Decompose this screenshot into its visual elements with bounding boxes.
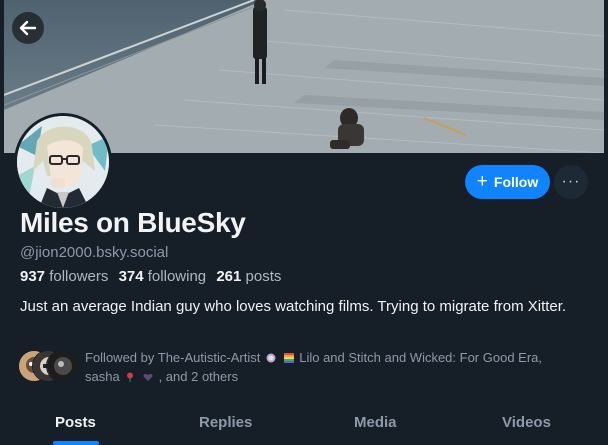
more-options-button[interactable]: ··· <box>554 165 588 199</box>
avatar[interactable] <box>14 113 112 211</box>
following-label: following <box>147 268 207 285</box>
following-link[interactable]: 374 following <box>119 268 207 285</box>
profile-tabs: Posts Replies Media Videos <box>0 400 608 445</box>
followed-by-suffix: , and 2 others <box>158 369 239 384</box>
profile-stats: 937 followers 374 following 261 posts <box>20 268 287 285</box>
followed-by-prefix: Followed by <box>85 350 155 365</box>
ellipsis-icon: ··· <box>561 173 581 190</box>
profile-handle: @jion2000.bsky.social <box>20 244 169 261</box>
followers-label: followers <box>49 268 109 285</box>
display-name: Miles on BlueSky <box>20 207 246 238</box>
followers-link[interactable]: 937 followers <box>20 268 108 285</box>
posts-stat: 261 posts <box>216 268 281 285</box>
tab-media[interactable]: Media <box>354 414 397 431</box>
tab-videos[interactable]: Videos <box>502 414 551 431</box>
profile-bio: Just an average Indian guy who loves wat… <box>20 298 567 315</box>
following-count: 374 <box>118 268 144 285</box>
posts-count: 261 <box>216 268 242 285</box>
pride-flag-icon <box>283 353 294 363</box>
followed-by-text: Followed by The-Autistic-Artist Lilo and… <box>85 348 605 386</box>
follower-name: Lilo and Stitch and Wicked: For Good Era… <box>299 350 543 365</box>
posts-label: posts <box>245 268 282 285</box>
follower-name: The-Autistic-Artist <box>157 350 261 365</box>
back-button[interactable] <box>12 12 44 44</box>
followed-by-section[interactable]: Followed by The-Autistic-Artist Lilo and… <box>18 348 598 384</box>
heart-icon <box>143 373 153 381</box>
follower-avatar <box>46 350 78 382</box>
follower-avatars <box>18 350 78 382</box>
rose-icon <box>127 372 134 382</box>
tab-posts[interactable]: Posts <box>55 414 96 431</box>
followers-count: 937 <box>20 268 46 285</box>
follower-name: sasha <box>85 369 120 384</box>
avatar-image <box>17 116 109 208</box>
active-tab-indicator <box>53 441 99 445</box>
arrow-left-icon <box>19 20 37 36</box>
globe-icon <box>266 353 276 363</box>
follow-label: Follow <box>493 174 539 190</box>
follow-button[interactable]: + Follow <box>465 165 550 199</box>
plus-icon: + <box>476 170 488 192</box>
tab-replies[interactable]: Replies <box>199 414 252 431</box>
